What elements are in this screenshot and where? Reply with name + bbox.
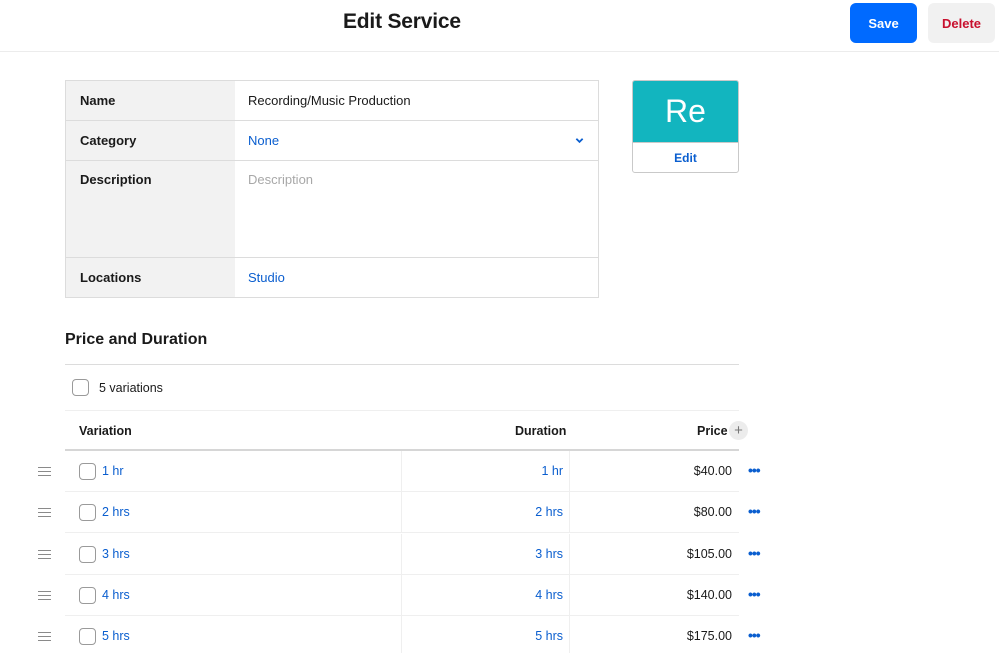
locations-link[interactable]: Studio [235,258,598,297]
description-textarea[interactable]: Description [235,161,598,257]
name-row: Name Recording/Music Production [66,81,598,121]
variation-duration[interactable]: 4 hrs [535,588,563,602]
variation-name-link[interactable]: 2 hrs [102,505,130,519]
drag-handle-icon[interactable] [38,632,51,642]
locations-row: Locations Studio [66,258,598,297]
variation-price[interactable]: $140.00 [687,588,732,602]
column-header-variation: Variation [79,424,132,438]
chevron-down-icon [575,138,584,144]
price-duration-heading: Price and Duration [65,331,208,348]
description-row: Description Description [66,161,598,258]
variation-name-link[interactable]: 5 hrs [102,629,130,643]
category-label: Category [66,121,235,160]
column-divider [569,616,570,653]
table-row: 2 hrs 2 hrs $80.00 ••• [0,492,780,534]
column-divider [569,574,570,616]
table-row: 3 hrs 3 hrs $105.00 ••• [0,533,780,575]
more-options-icon[interactable]: ••• [748,462,764,478]
row-checkbox[interactable] [79,545,96,563]
category-row: Category None [66,121,598,161]
column-divider [569,533,570,575]
variation-price[interactable]: $105.00 [687,547,732,561]
variations-count-label: 5 variations [99,380,163,395]
more-options-icon[interactable]: ••• [748,545,764,561]
variation-price[interactable]: $40.00 [694,464,732,478]
variation-duration[interactable]: 1 hr [541,464,563,478]
section-divider [65,364,739,365]
save-button[interactable]: Save [850,3,917,43]
drag-handle-icon[interactable] [38,508,51,518]
description-label: Description [66,161,235,257]
more-options-icon[interactable]: ••• [748,503,764,519]
row-checkbox[interactable] [79,628,96,646]
column-header-duration: Duration [515,424,567,438]
name-input[interactable]: Recording/Music Production [235,81,598,120]
row-checkbox[interactable] [79,463,96,480]
edit-image-button[interactable]: Edit [633,143,738,172]
column-divider [569,451,570,492]
delete-button[interactable]: Delete [928,3,995,43]
column-divider [401,533,402,575]
table-row: 1 hr 1 hr $40.00 ••• [0,451,780,492]
table-row: 4 hrs 4 hrs $140.00 ••• [0,574,780,616]
locations-label: Locations [66,258,235,297]
category-selected-value: None [248,133,280,148]
service-initials-image: Re [633,81,738,143]
variation-duration[interactable]: 5 hrs [535,629,563,643]
column-divider [401,616,402,653]
drag-handle-icon[interactable] [38,467,51,476]
column-divider [401,451,402,492]
variation-name-link[interactable]: 1 hr [102,464,124,478]
column-header-price: Price [697,424,728,438]
name-label: Name [66,81,235,120]
variation-price[interactable]: $175.00 [687,629,732,643]
more-options-icon[interactable]: ••• [748,586,764,602]
add-variation-button[interactable]: + [729,421,748,440]
variation-name-link[interactable]: 3 hrs [102,547,130,561]
plus-icon: + [734,422,743,439]
select-all-variations: 5 variations [72,379,163,396]
variation-name-link[interactable]: 4 hrs [102,588,130,602]
service-details-form: Name Recording/Music Production Category… [65,80,599,298]
table-row: 5 hrs 5 hrs $175.00 ••• [0,616,780,653]
variation-price[interactable]: $80.00 [694,505,732,519]
header-bar: Edit Service Save Delete [0,0,999,52]
service-image-tile: Re Edit [632,80,739,173]
divider [65,410,739,411]
drag-handle-icon[interactable] [38,549,51,559]
variation-duration[interactable]: 3 hrs [535,547,563,561]
more-options-icon[interactable]: ••• [748,627,764,643]
page-title: Edit Service [343,10,461,33]
column-divider [401,492,402,534]
variation-duration[interactable]: 2 hrs [535,505,563,519]
drag-handle-icon[interactable] [38,590,51,600]
category-select[interactable]: None [235,121,598,160]
row-checkbox[interactable] [79,586,96,604]
column-divider [569,492,570,534]
column-divider [401,574,402,616]
select-all-checkbox[interactable] [72,379,89,396]
row-checkbox[interactable] [79,504,96,522]
